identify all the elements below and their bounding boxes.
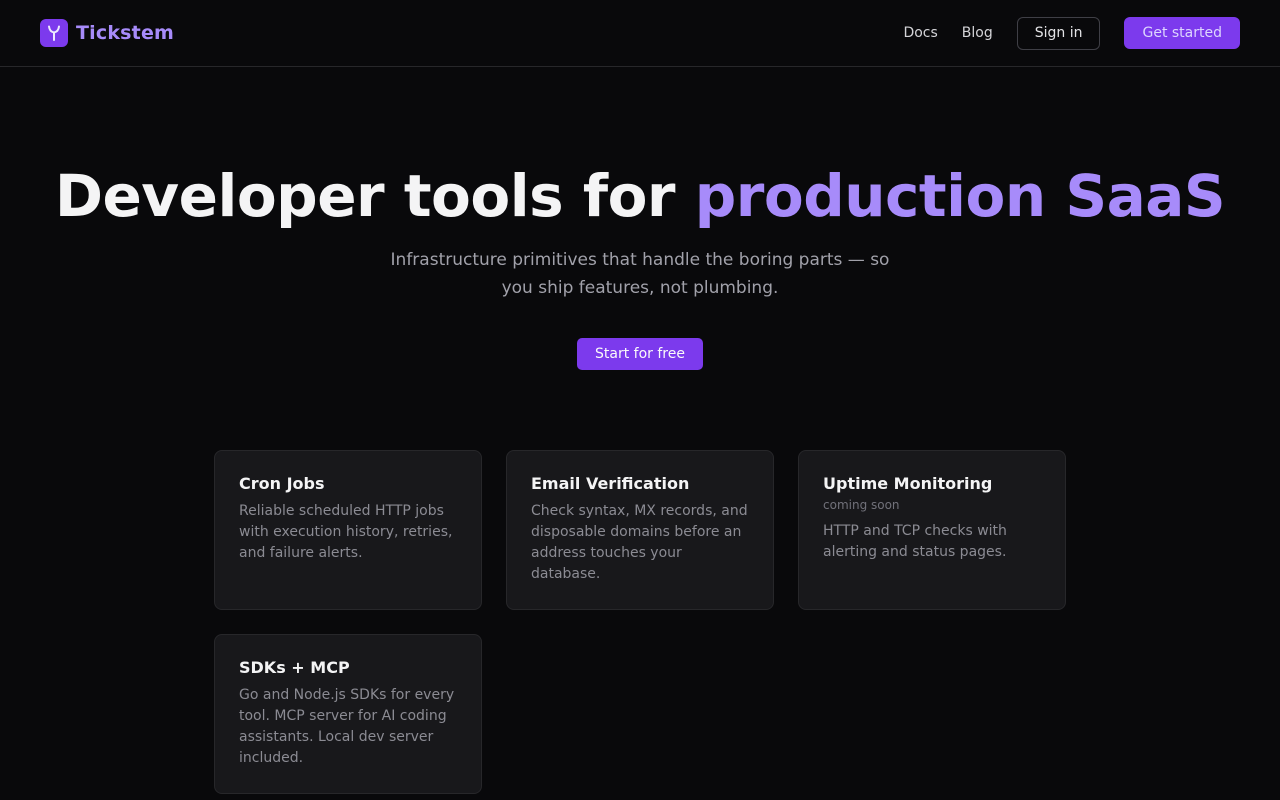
hero-title-main: Developer tools for [54,162,695,230]
top-nav: Docs Blog Sign in Get started [903,16,1240,50]
card-title: Cron Jobs [239,474,325,493]
coming-soon-badge: coming soon [823,498,900,512]
get-started-button[interactable]: Get started [1124,17,1240,49]
hero-subtitle: Infrastructure primitives that handle th… [390,250,890,298]
brand[interactable]: Tickstem [40,19,174,47]
card-description: Go and Node.js SDKs for every tool. MCP … [239,687,455,766]
card-cron-jobs[interactable]: Cron Jobs Reliable scheduled HTTP jobs w… [214,450,482,610]
card-title: SDKs + MCP [239,658,350,677]
brand-name: Tickstem [76,22,175,44]
hero-title-accent: production SaaS [694,162,1226,230]
start-for-free-button[interactable]: Start for free [577,338,703,370]
card-description: Check syntax, MX records, and disposable… [531,503,748,582]
card-description: Reliable scheduled HTTP jobs with execut… [239,503,453,561]
hero-title: Developer tools for production SaaS [0,162,1280,230]
nav-link-docs[interactable]: Docs [903,25,937,41]
top-header: Tickstem Docs Blog Sign in Get started [0,0,1280,67]
card-uptime-monitoring[interactable]: Uptime Monitoring coming soon HTTP and T… [798,450,1066,610]
tickstem-logo-icon [40,19,68,47]
sign-in-button[interactable]: Sign in [1016,16,1101,50]
card-title-text: Uptime Monitoring [823,474,993,493]
card-description: HTTP and TCP checks with alerting and st… [823,523,1007,560]
card-email-verification[interactable]: Email Verification Check syntax, MX reco… [506,450,774,610]
card-title: Email Verification [531,474,690,493]
card-sdks-mcp[interactable]: SDKs + MCP Go and Node.js SDKs for every… [214,634,482,794]
nav-link-blog[interactable]: Blog [962,25,993,41]
card-title: Uptime Monitoring coming soon [823,474,1041,514]
